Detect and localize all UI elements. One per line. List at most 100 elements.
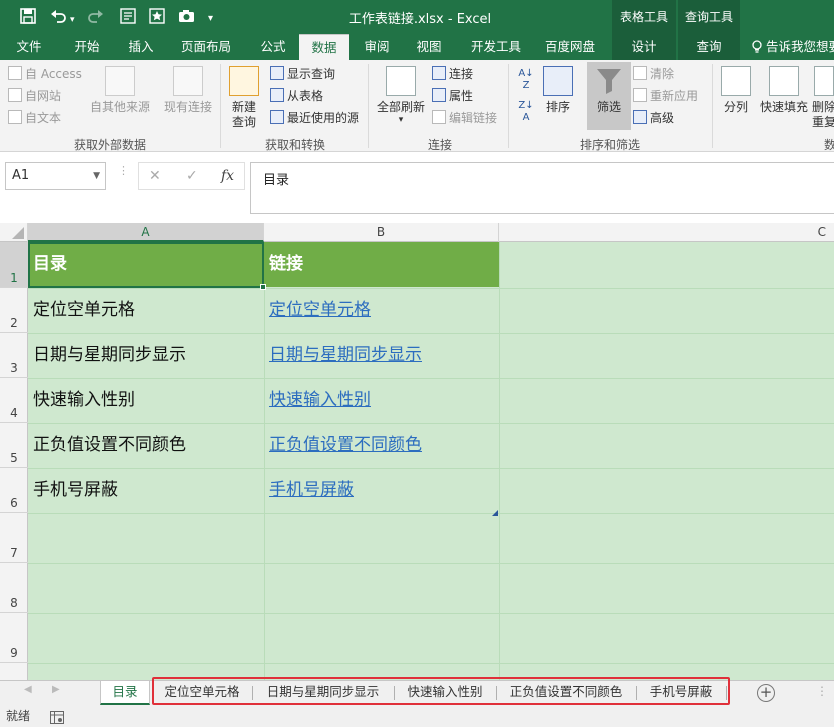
redo-icon[interactable] [86,8,104,27]
formula-buttons: ✕ ✓ fx [138,162,245,190]
insert-function-icon[interactable]: fx [221,168,234,184]
form-icon[interactable] [120,8,136,27]
column-header-a[interactable]: A [28,223,264,242]
from-access-button[interactable]: 自 Access [8,65,82,83]
new-query-button[interactable]: 新建查询 [224,66,264,130]
sort-desc-button[interactable]: Z↓ A [514,100,538,124]
row-header-9[interactable]: 9 [0,613,28,663]
group-label-data-tools: 数 [824,138,834,152]
undo-icon[interactable] [50,8,68,27]
table-cell-a2[interactable]: 定位空单元格 [28,288,264,333]
clear-filter-button[interactable]: 清除 [633,65,674,83]
recent-sources-button[interactable]: 最近使用的源 [270,109,359,127]
tab-file[interactable]: 文件 [6,34,52,60]
sheet-tab-1[interactable]: 目录 [100,681,150,705]
from-text-button[interactable]: 自文本 [8,109,61,127]
camera-icon[interactable] [178,8,195,27]
other-sources-icon [105,66,135,96]
existing-connections-button[interactable]: 现有连接 [160,66,216,115]
table-resize-handle[interactable] [492,505,498,516]
from-web-button[interactable]: 自网站 [8,87,61,105]
table-cell-a5[interactable]: 正负值设置不同颜色 [28,423,264,468]
scroll-left-icon[interactable]: ◀ [24,684,32,695]
name-box[interactable]: A1 ▼ [5,162,106,190]
tab-formulas[interactable]: 公式 [250,34,296,60]
cell-b1-header[interactable]: 链接 [264,242,499,287]
tell-me-box[interactable]: 告诉我您想要 [748,34,834,60]
remove-duplicates-button[interactable]: 删除 重复 [812,66,834,130]
macro-record-icon[interactable] [50,710,64,727]
row-header-8[interactable]: 8 [0,563,28,613]
filter-button[interactable]: 筛选 [587,62,631,130]
tab-baidu-netdisk[interactable]: 百度网盘 [538,34,602,60]
select-all-corner[interactable] [0,223,28,242]
text-to-columns-icon [721,66,751,96]
properties-icon [432,88,446,102]
hyperlink-cell-b5[interactable]: 正负值设置不同颜色 [264,423,499,468]
access-icon [8,66,22,80]
advanced-filter-button[interactable]: 高级 [633,109,674,127]
scroll-right-icon[interactable]: ▶ [52,684,60,695]
table-cell-a6[interactable]: 手机号屏蔽 [28,468,264,513]
show-queries-button[interactable]: 显示查询 [270,65,335,83]
tab-query[interactable]: 查询 [678,34,740,60]
formula-input[interactable]: 目录 [250,162,834,214]
active-cell-selection [28,242,264,288]
table-cell-a4[interactable]: 快速输入性别 [28,378,264,423]
formula-bar-grip-icon[interactable]: ⋮ [118,165,129,184]
row-header-3[interactable]: 3 [0,333,28,378]
name-box-dropdown-icon[interactable]: ▼ [93,163,100,189]
row-header-5[interactable]: 5 [0,423,28,468]
tab-data[interactable]: 数据 [299,34,349,60]
worksheet-grid[interactable]: 目录 链接 定位空单元格 定位空单元格 日期与星期同步显示 日期与星期同步显示 … [28,242,834,680]
tab-view[interactable]: 视图 [406,34,452,60]
text-to-columns-button[interactable]: 分列 [718,66,754,115]
lightbulb-icon [752,34,762,60]
text-file-icon [8,110,22,124]
grid-line [28,613,834,614]
connections-button[interactable]: 连接 [432,65,473,83]
save-icon[interactable] [20,8,36,27]
customize-qat-icon[interactable]: ▾ [208,11,213,27]
edit-links-button[interactable]: 编辑链接 [432,109,497,127]
enter-icon[interactable]: ✓ [186,168,198,184]
column-header-c[interactable]: C [499,223,834,242]
hyperlink-cell-b3[interactable]: 日期与星期同步显示 [264,333,499,378]
sort-asc-button[interactable]: A↓ Z [514,68,538,92]
from-other-sources-button[interactable]: 自其他来源 [88,66,152,115]
row-header-7[interactable]: 7 [0,513,28,563]
tab-insert[interactable]: 插入 [118,34,164,60]
ribbon-separator [712,64,713,148]
hyperlink-cell-b2[interactable]: 定位空单元格 [264,288,499,333]
new-sheet-button[interactable]: + [757,684,775,702]
clear-filter-label: 清除 [650,67,675,81]
flash-fill-button[interactable]: 快速填充 [756,66,812,115]
reapply-button[interactable]: 重新应用 [633,87,698,105]
fill-handle[interactable] [260,284,266,290]
tab-review[interactable]: 审阅 [354,34,400,60]
properties-button[interactable]: 属性 [432,87,473,105]
undo-dropdown-icon[interactable]: ▾ [70,12,75,28]
tab-home[interactable]: 开始 [64,34,110,60]
refresh-all-button[interactable]: 全部刷新 ▾ [374,66,428,125]
tab-developer[interactable]: 开发工具 [464,34,528,60]
filter-label: 筛选 [596,100,621,114]
row-header-6[interactable]: 6 [0,468,28,513]
row-header-2[interactable]: 2 [0,288,28,333]
sort-icon [543,66,573,96]
table-cell-a3[interactable]: 日期与星期同步显示 [28,333,264,378]
hyperlink-cell-b6[interactable]: 手机号屏蔽 [264,468,499,513]
new-query-icon [229,66,259,96]
row-header-1[interactable]: 1 [0,242,28,288]
from-table-button[interactable]: 从表格 [270,87,323,105]
tab-page-layout[interactable]: 页面布局 [174,34,238,60]
tab-split-grip-icon[interactable]: ⋮ [816,684,828,698]
column-header-b[interactable]: B [264,223,499,242]
sort-button[interactable]: 排序 [540,66,576,115]
cancel-icon[interactable]: ✕ [149,168,161,184]
row-header-4[interactable]: 4 [0,378,28,423]
tab-design[interactable]: 设计 [612,34,676,60]
grid-line [28,513,834,514]
star-image-icon[interactable] [149,8,165,27]
hyperlink-cell-b4[interactable]: 快速输入性别 [264,378,499,423]
